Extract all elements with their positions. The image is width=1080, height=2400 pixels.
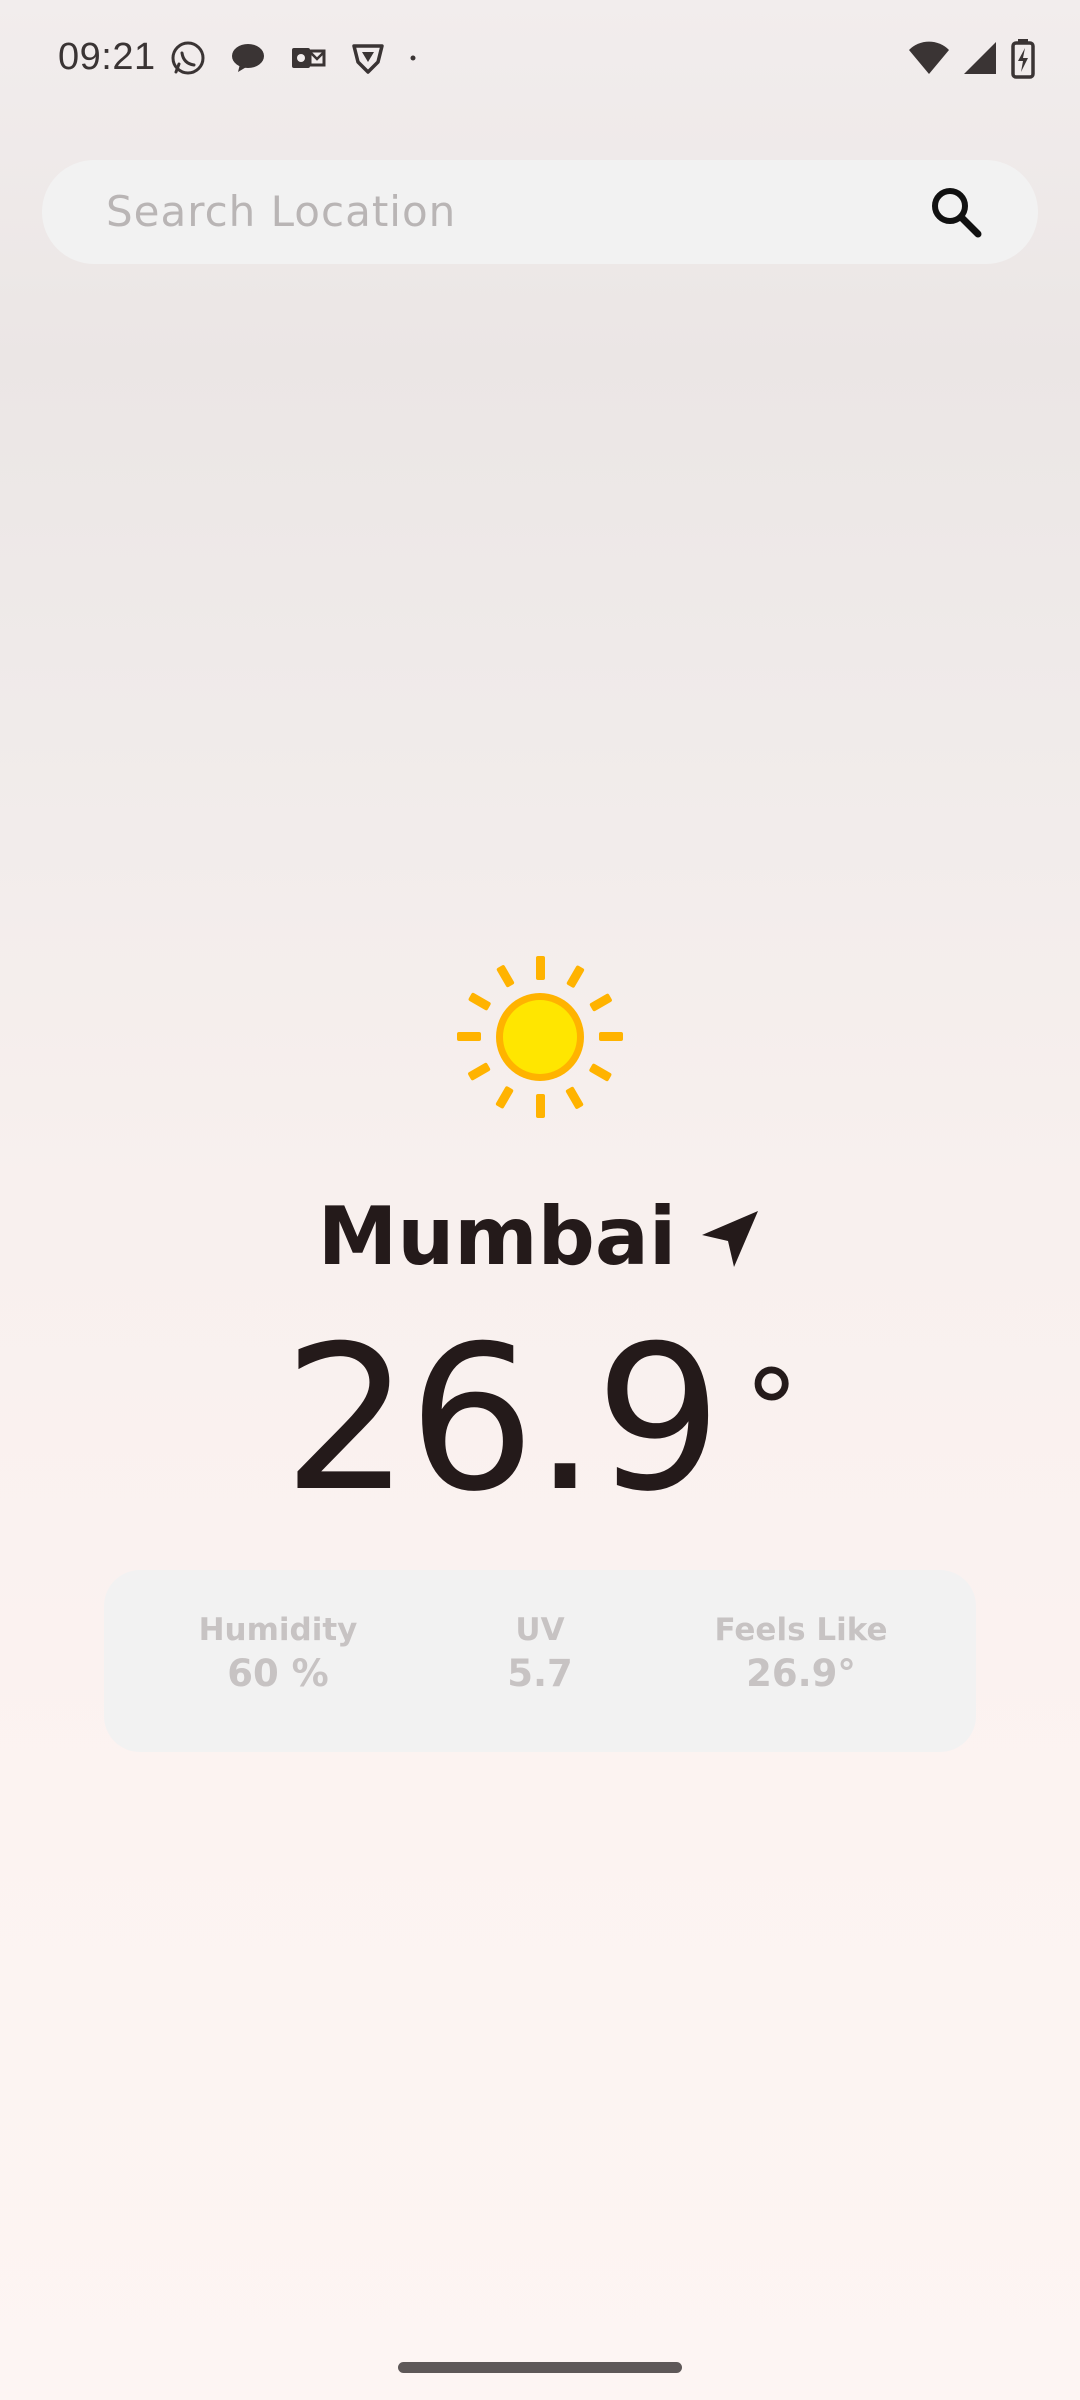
search-input[interactable]: Search Location — [106, 187, 456, 236]
humidity-stat: Humidity 60 % — [148, 1612, 408, 1695]
feels-like-label: Feels Like — [714, 1612, 888, 1648]
battery-charging-icon — [1011, 39, 1035, 79]
feels-like-value: 26.9° — [746, 1652, 856, 1695]
notification-icons — [168, 38, 428, 78]
wifi-icon — [909, 41, 949, 74]
whatsapp-icon — [171, 41, 205, 75]
weather-stats-card: Humidity 60 % UV 5.7 Feels Like 26.9° — [104, 1570, 976, 1752]
search-icon[interactable] — [926, 182, 986, 242]
home-indicator[interactable] — [398, 2362, 682, 2373]
uv-label: UV — [515, 1612, 565, 1648]
humidity-label: Humidity — [198, 1612, 358, 1648]
search-bar[interactable]: Search Location — [42, 160, 1038, 264]
signal-icon — [964, 42, 996, 74]
uv-stat: UV 5.7 — [410, 1612, 670, 1695]
location-row: Mumbai — [0, 1190, 1080, 1283]
vpn-shield-icon — [352, 44, 384, 74]
status-bar: 09:21 — [0, 0, 1080, 120]
temperature-unit: ° — [744, 1346, 799, 1474]
dot-icon — [410, 55, 416, 61]
temperature-value: 26.9 — [282, 1303, 722, 1536]
navigation-arrow-icon[interactable] — [698, 1207, 762, 1271]
uv-value: 5.7 — [507, 1652, 573, 1695]
humidity-value: 60 % — [227, 1652, 329, 1695]
status-time: 09:21 — [58, 36, 156, 78]
temperature-display: 26.9 ° — [0, 1300, 1080, 1540]
feels-like-stat: Feels Like 26.9° — [671, 1612, 931, 1695]
system-icons — [908, 38, 1036, 80]
outlook-icon — [292, 48, 326, 68]
city-name: Mumbai — [317, 1190, 677, 1283]
sun-icon — [457, 956, 623, 1118]
chat-icon — [232, 44, 264, 72]
